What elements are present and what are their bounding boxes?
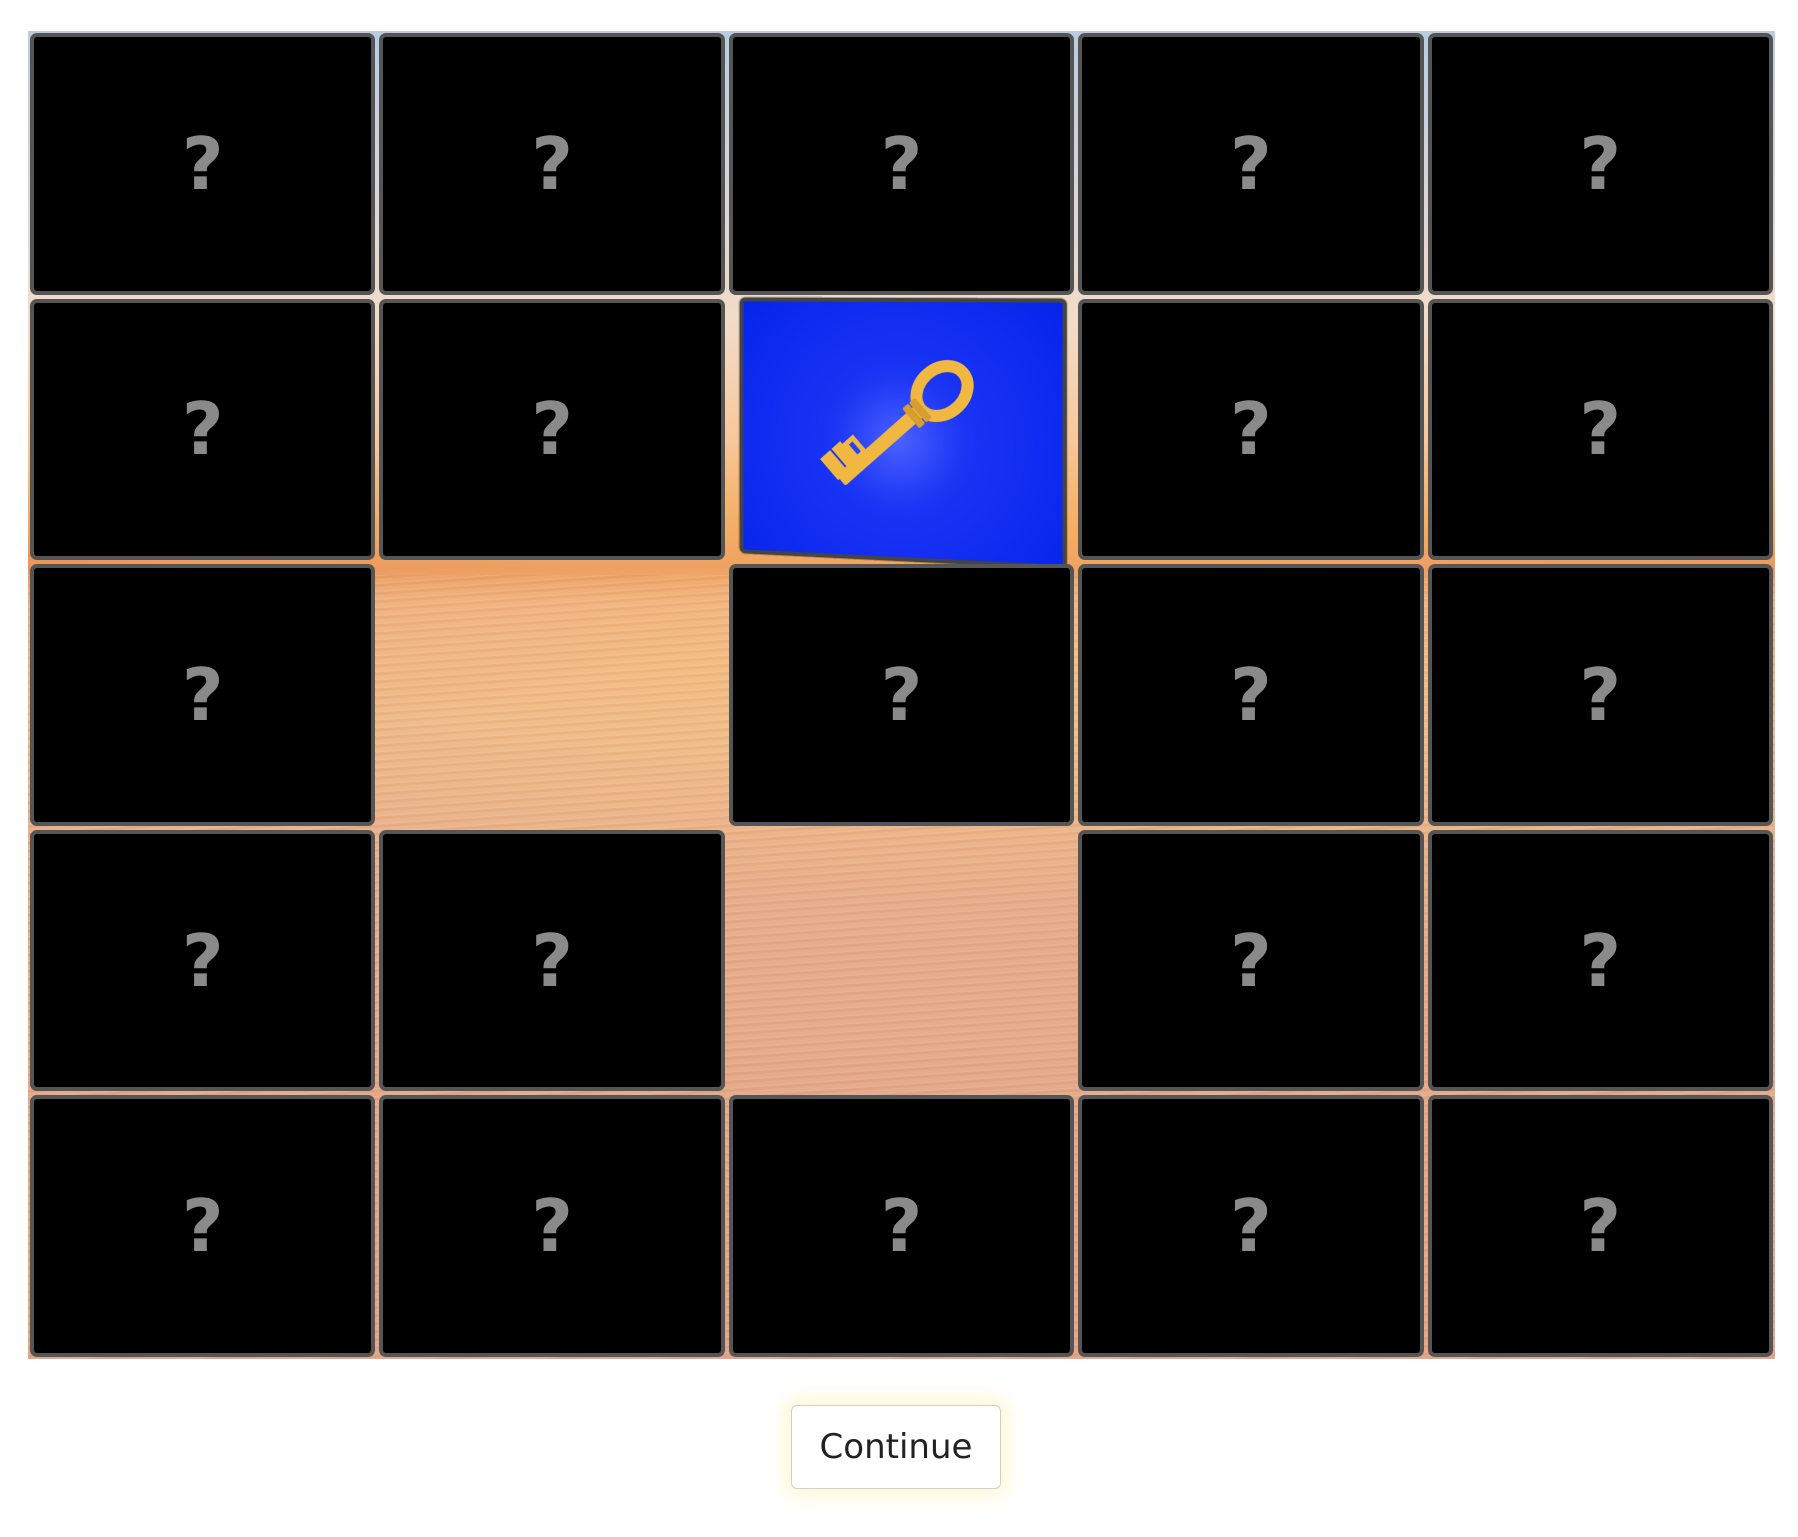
hidden-card[interactable]: ? <box>1078 564 1424 826</box>
hidden-card[interactable]: ? <box>728 1095 1075 1357</box>
hidden-card[interactable]: ? <box>1427 564 1773 826</box>
question-mark-icon: ? <box>1579 652 1622 737</box>
question-mark-icon: ? <box>531 121 573 206</box>
question-mark-icon: ? <box>181 1184 224 1269</box>
hidden-card[interactable]: ? <box>1427 298 1773 561</box>
question-mark-icon: ? <box>531 387 573 472</box>
continue-button[interactable]: Continue <box>791 1405 1001 1489</box>
hidden-card[interactable]: ? <box>1078 298 1424 561</box>
question-mark-icon: ? <box>1579 1184 1622 1269</box>
question-mark-icon: ? <box>181 387 224 472</box>
question-mark-icon: ? <box>531 1184 573 1269</box>
hidden-card[interactable]: ? <box>30 564 376 826</box>
hidden-card[interactable]: ? <box>1078 33 1424 295</box>
question-mark-icon: ? <box>1579 918 1622 1003</box>
card-grid: ?????????????????????? <box>28 31 1775 1359</box>
hidden-card[interactable]: ? <box>30 829 376 1092</box>
question-mark-icon: ? <box>880 652 923 737</box>
question-mark-icon: ? <box>1230 387 1272 472</box>
hidden-card[interactable]: ? <box>1078 1095 1424 1357</box>
hidden-card[interactable]: ? <box>379 33 725 295</box>
game-board: ?????????????????????? <box>28 31 1775 1359</box>
hidden-card[interactable]: ? <box>1078 829 1424 1092</box>
question-mark-icon: ? <box>1230 1184 1272 1269</box>
key-tile[interactable] <box>727 297 1076 569</box>
hidden-card[interactable]: ? <box>1427 829 1773 1092</box>
hidden-card[interactable]: ? <box>728 564 1075 826</box>
question-mark-icon: ? <box>1579 121 1622 206</box>
key-icon <box>801 328 1009 534</box>
question-mark-icon: ? <box>880 1184 923 1269</box>
question-mark-icon: ? <box>1579 387 1622 472</box>
hidden-card[interactable]: ? <box>379 1095 725 1357</box>
question-mark-icon: ? <box>181 652 224 737</box>
hidden-card[interactable]: ? <box>1427 33 1773 295</box>
hidden-card[interactable]: ? <box>30 298 376 561</box>
question-mark-icon: ? <box>181 918 224 1003</box>
hidden-card[interactable]: ? <box>728 33 1075 295</box>
question-mark-icon: ? <box>1230 652 1272 737</box>
revealed-tile <box>727 828 1076 1094</box>
hidden-card[interactable]: ? <box>30 33 376 295</box>
question-mark-icon: ? <box>181 121 224 206</box>
continue-container: Continue <box>0 1405 1798 1489</box>
question-mark-icon: ? <box>1230 918 1272 1003</box>
key-card[interactable] <box>739 297 1068 569</box>
question-mark-icon: ? <box>1230 121 1272 206</box>
hidden-card[interactable]: ? <box>30 1095 376 1357</box>
question-mark-icon: ? <box>880 121 923 206</box>
revealed-tile <box>377 562 726 828</box>
question-mark-icon: ? <box>531 918 573 1003</box>
hidden-card[interactable]: ? <box>379 829 725 1092</box>
hidden-card[interactable]: ? <box>1427 1095 1773 1357</box>
hidden-card[interactable]: ? <box>379 298 725 561</box>
